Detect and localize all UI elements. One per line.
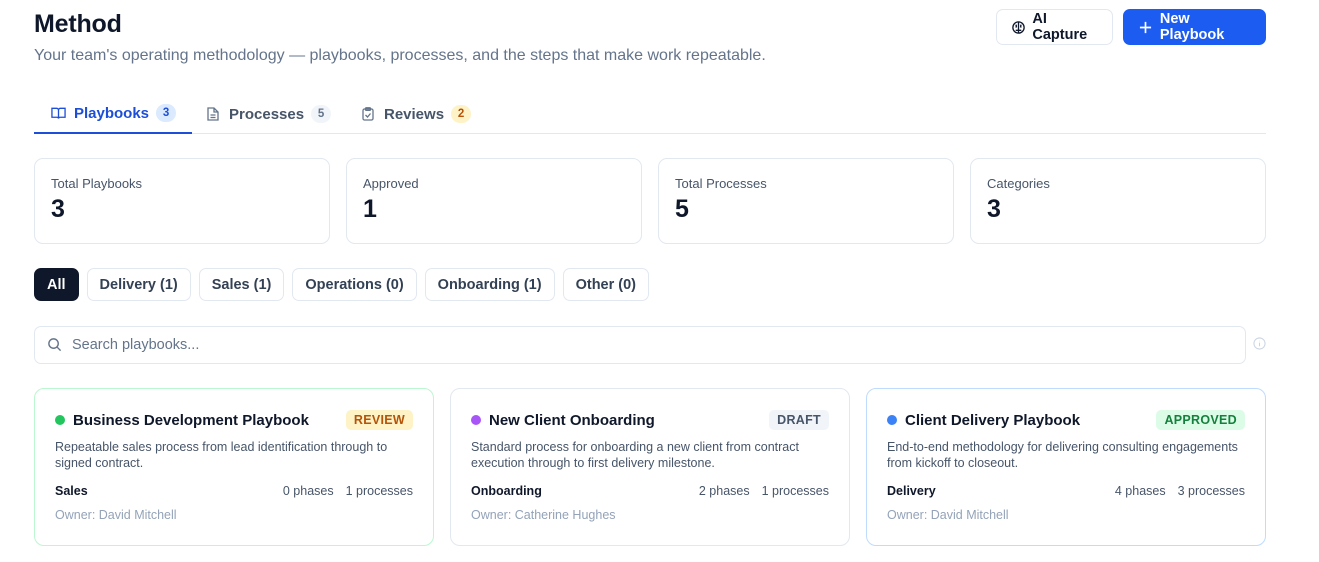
stat-value: 3 [51, 195, 65, 223]
card-phases: 2 phases [698, 484, 750, 498]
stat-categories: Categories 3 [970, 158, 1266, 244]
stat-label: Approved [363, 176, 419, 191]
tab-reviews-label: Reviews [384, 105, 445, 123]
card-title: New Client Onboarding [489, 411, 655, 429]
card-description: Repeatable sales process from lead ident… [55, 440, 388, 470]
filter-all[interactable]: All [34, 268, 79, 301]
card-phases: 0 phases [282, 484, 334, 498]
search-input[interactable] [72, 337, 1172, 353]
category-dot [55, 415, 65, 425]
page-header: Method Your team's operating methodology… [34, 8, 1266, 72]
filter-other[interactable]: Other (0) [562, 268, 650, 301]
filter-operations[interactable]: Operations (0) [292, 268, 417, 301]
ai-capture-label: AI Capture [1032, 11, 1088, 43]
playbook-card[interactable]: Client Delivery Playbook APPROVED End-to… [866, 388, 1266, 546]
status-badge: DRAFT [769, 410, 829, 430]
search-bar [34, 326, 1246, 364]
playbook-card[interactable]: Business Development Playbook REVIEW Rep… [34, 388, 434, 546]
status-badge: APPROVED [1156, 410, 1245, 430]
stat-total-processes: Total Processes 5 [658, 158, 954, 244]
stat-label: Categories [987, 176, 1050, 191]
tab-playbooks[interactable]: Playbooks 3 [34, 94, 193, 134]
info-icon[interactable] [1253, 337, 1267, 351]
card-description: End-to-end methodology for delivering co… [887, 440, 1238, 470]
status-badge: REVIEW [345, 410, 413, 430]
tab-playbooks-count: 3 [156, 104, 177, 122]
card-owner: Owner: Catherine Hughes [471, 508, 616, 522]
card-category: Delivery [887, 484, 936, 498]
plus-icon [1137, 18, 1154, 36]
stat-value: 1 [363, 195, 377, 223]
stat-value: 3 [987, 195, 1001, 223]
filter-sales[interactable]: Sales (1) [198, 268, 285, 301]
stat-label: Total Playbooks [51, 176, 143, 191]
card-processes: 1 processes [761, 484, 829, 498]
tab-processes-label: Processes [229, 105, 305, 123]
playbook-cards: Business Development Playbook REVIEW Rep… [34, 388, 1266, 546]
new-playbook-label: New Playbook [1159, 11, 1225, 43]
category-dot [471, 415, 481, 425]
card-owner: Owner: David Mitchell [55, 508, 177, 522]
page-subtitle: Your team's operating methodology — play… [34, 47, 766, 64]
tab-processes-count: 5 [311, 105, 332, 123]
header-actions: AI Capture New Playbook [996, 9, 1266, 45]
tab-bar: Playbooks 3 Processes 5 Reviews 2 [34, 94, 1266, 134]
card-owner: Owner: David Mitchell [887, 508, 1009, 522]
card-category: Sales [55, 484, 88, 498]
tab-processes[interactable]: Processes 5 [205, 94, 332, 134]
clipboard-icon [360, 106, 376, 122]
page-title: Method [34, 10, 122, 38]
stat-approved: Approved 1 [346, 158, 642, 244]
brain-icon [1010, 18, 1026, 36]
ai-capture-button[interactable]: AI Capture [996, 9, 1113, 45]
card-title: Business Development Playbook [73, 411, 309, 429]
document-icon [205, 106, 221, 122]
card-description: Standard process for onboarding a new cl… [471, 440, 799, 470]
filter-onboarding[interactable]: Onboarding (1) [424, 268, 555, 301]
tab-reviews-count: 2 [451, 105, 472, 123]
card-category: Onboarding [471, 484, 542, 498]
search-icon [47, 337, 63, 353]
filter-delivery[interactable]: Delivery (1) [86, 268, 191, 301]
book-open-icon [50, 105, 66, 121]
category-filters: All Delivery (1) Sales (1) Operations (0… [34, 268, 650, 301]
card-phases: 4 phases [1114, 484, 1166, 498]
stat-total-playbooks: Total Playbooks 3 [34, 158, 330, 244]
stats-row: Total Playbooks 3 Approved 1 Total Proce… [34, 158, 1266, 244]
card-processes: 1 processes [345, 484, 413, 498]
new-playbook-button[interactable]: New Playbook [1123, 9, 1266, 45]
playbook-card[interactable]: New Client Onboarding DRAFT Standard pro… [450, 388, 850, 546]
category-dot [887, 415, 897, 425]
card-processes: 3 processes [1177, 484, 1245, 498]
tab-playbooks-label: Playbooks [74, 104, 150, 122]
tab-reviews[interactable]: Reviews 2 [360, 94, 472, 134]
stat-value: 5 [675, 195, 689, 223]
stat-label: Total Processes [675, 176, 767, 191]
card-title: Client Delivery Playbook [905, 411, 1081, 429]
